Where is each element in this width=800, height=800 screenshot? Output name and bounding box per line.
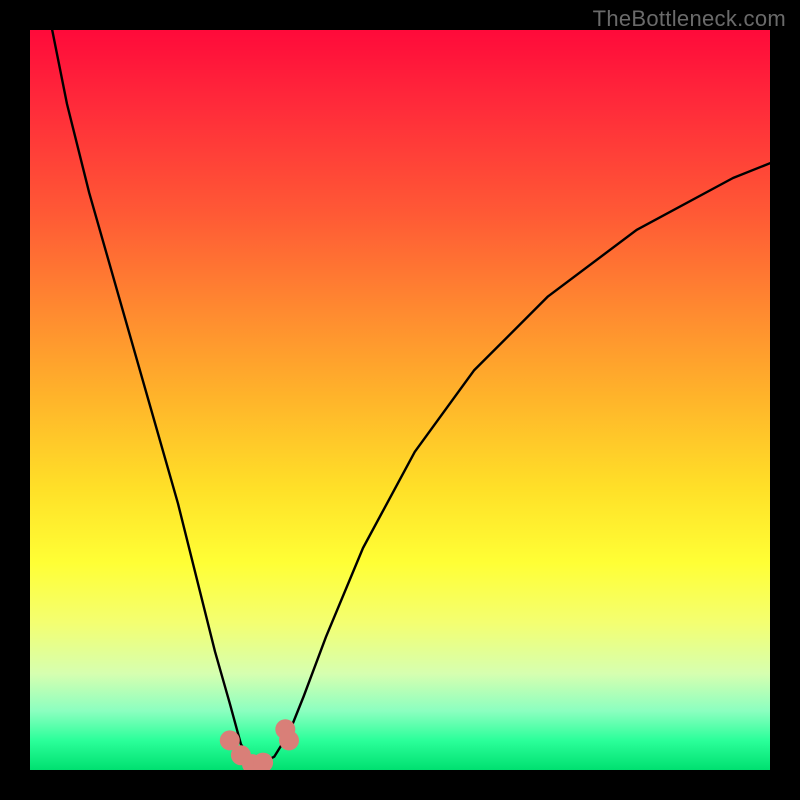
chart-svg (30, 30, 770, 770)
watermark-text: TheBottleneck.com (593, 6, 786, 32)
chart-area (30, 30, 770, 770)
bottleneck-curve (52, 30, 770, 763)
marker-group (220, 719, 299, 770)
right-caliper-bottom (279, 730, 299, 750)
